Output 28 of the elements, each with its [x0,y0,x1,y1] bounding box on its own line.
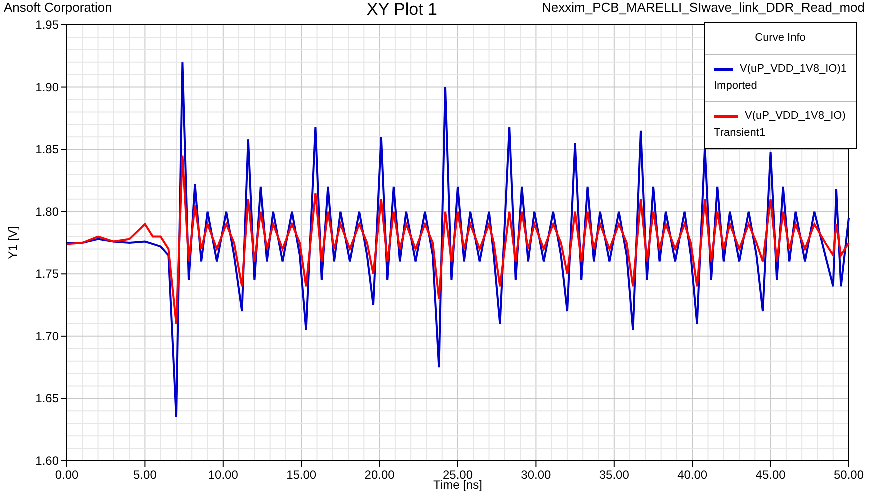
x-tick-label: 30.00 [521,468,552,482]
x-tick-label: 15.00 [286,468,317,482]
plot-title: XY Plot 1 [366,0,438,20]
y-tick-label: 1.65 [36,392,59,406]
y-tick-label: 1.90 [36,80,59,94]
x-tick-label: 5.00 [134,468,157,482]
x-tick-label: 10.00 [208,468,238,482]
legend-title: Curve Info [755,31,806,46]
company-name: Ansoft Corporation [4,0,112,16]
curve-name: V(uP_VDD_1V8_IO)1 [740,62,847,76]
curve-source: Imported [714,80,758,92]
x-tick-label: 35.00 [599,468,630,482]
x-tick-label: 20.00 [364,468,395,482]
x-tick-label: 40.00 [678,468,708,482]
x-axis-label: Time [ns] [434,478,482,492]
y-tick-label: 1.60 [36,454,59,468]
curve-source: Transient1 [714,126,767,140]
design-name: Nexxim_PCB_MARELLI_SIwave_link_DDR_Read_mod [542,0,865,16]
x-tick-label: 0.00 [55,468,79,482]
y-tick-label: 1.75 [36,267,59,282]
y-tick-label: 1.95 [36,20,59,32]
y-tick-label: 1.85 [36,142,59,157]
x-tick-label: 50.00 [834,468,864,482]
y-tick-label: 1.70 [36,329,59,344]
curve-name: V(uP_VDD_1V8_IO) [745,110,846,122]
y-tick-label: 1.80 [36,204,59,219]
x-tick-label: 45.00 [756,468,786,482]
y-axis-label: Y1 [V] [6,226,20,260]
